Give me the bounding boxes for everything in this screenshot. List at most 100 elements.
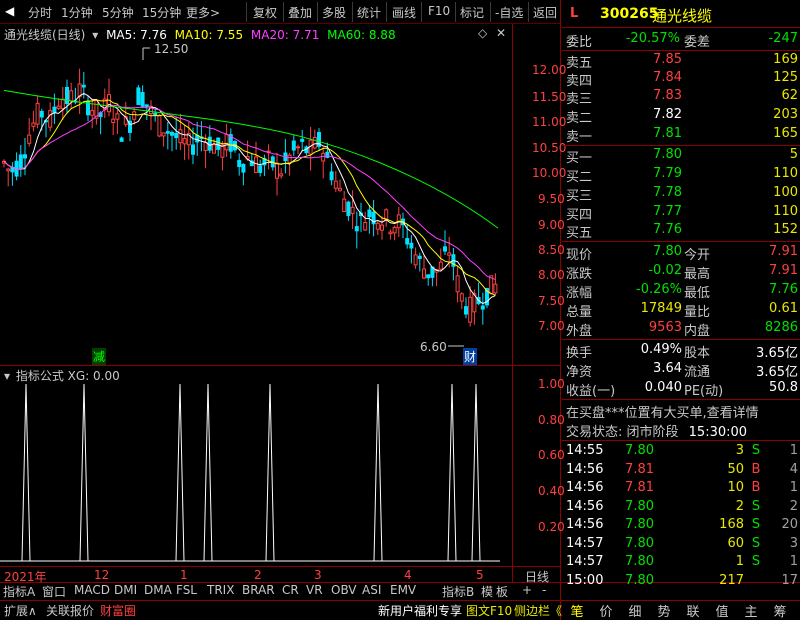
candle-body [178,129,183,144]
candle-body [23,154,27,159]
adjust-button[interactable]: 复权 [253,4,277,21]
tab-trix[interactable]: TRIX [207,583,234,597]
tick-row[interactable]: 14:56 7.81 50 B 4 [566,462,800,480]
reduce-marker[interactable]: 减 [92,348,107,365]
candle-body [153,112,158,116]
sell-level-row[interactable]: 卖一 7.81 165 [566,126,800,145]
tab-price[interactable]: 价 [593,601,619,620]
tab-asi[interactable]: ASI [362,583,381,597]
sell-level-row[interactable]: 卖三 7.83 62 [566,88,800,107]
tick-price: 7.81 [625,480,654,495]
f10-button[interactable]: F10 [428,4,450,18]
zoom-in-button[interactable]: + [522,583,532,597]
buy-level-row[interactable]: 买五 7.76 152 [566,222,800,241]
fortune-circle-button[interactable]: 财富圈 [100,602,136,619]
tab-intraday[interactable]: 分时 [28,4,52,21]
scroll-left-icon[interactable]: ◀ [5,4,14,18]
tab-vr[interactable]: VR [306,583,323,597]
candle-body [409,242,414,249]
candle-body [111,118,116,124]
candle-body [207,136,212,151]
diamond-icon[interactable]: ◇ [478,26,487,40]
tick-side: S [751,554,761,569]
sidebar-toggle-button[interactable]: 侧边栏《 [514,602,562,619]
indicator-chart[interactable] [0,380,512,566]
big-order-notice[interactable]: 在买盘***位置有大买单,查看详情 [566,402,800,421]
new-user-promo-link[interactable]: 新用户福利专享 [378,602,462,619]
tab-indicator-a[interactable]: 指标A [3,583,35,600]
tab-cr[interactable]: CR [282,583,299,597]
zoom-out-button[interactable]: - [542,583,546,597]
tick-count: 3 [789,535,798,551]
close-icon[interactable]: ✕ [496,26,506,40]
tab-indicator-b[interactable]: 指标B [442,583,474,600]
candle-body [39,110,44,118]
tab-ticks[interactable]: 笔 [564,601,590,620]
remove-watchlist-button[interactable]: -自选 [495,4,523,21]
related-quotes-button[interactable]: 关联报价 [46,602,94,619]
tick-row[interactable]: 14:57 7.80 1 S 1 [566,554,800,572]
overlay-button[interactable]: 叠加 [288,4,312,21]
sell-level-row[interactable]: 卖二 7.82 203 [566,107,800,126]
tab-emv[interactable]: EMV [390,583,416,597]
tick-row[interactable]: 14:56 7.80 168 S 20 [566,517,800,535]
tick-time: 14:56 [566,517,604,532]
draw-line-button[interactable]: 画线 [392,4,416,21]
tick-row[interactable]: 14:56 7.80 2 S 2 [566,499,800,517]
order-ratio-value: -20.57% [625,31,680,46]
tab-5min[interactable]: 5分钟 [102,4,134,21]
tab-board[interactable]: 板 [496,583,508,600]
tab-fsl[interactable]: FSL [176,583,197,597]
tab-trend[interactable]: 势 [651,601,677,620]
mark-button[interactable]: 标记 [460,4,484,21]
buy-level-row[interactable]: 买二 7.79 110 [566,166,800,185]
sell-level-row[interactable]: 卖四 7.84 125 [566,70,800,89]
candle-body [157,114,162,137]
buy-level-row[interactable]: 买三 7.78 100 [566,185,800,204]
tab-macd[interactable]: MACD [74,583,110,597]
tab-linked[interactable]: 联 [680,601,706,620]
tab-detail[interactable]: 细 [622,601,648,620]
tick-row[interactable]: 14:56 7.81 10 B 1 [566,480,800,498]
tab-template[interactable]: 模 [481,583,493,600]
order-ratio-row: 委比 -20.57% 委差 -247 [566,31,798,50]
tick-volume: 50 [727,461,744,477]
buy-level-row[interactable]: 买一 7.80 5 [566,147,800,166]
finance-marker[interactable]: 财 [463,348,478,365]
expand-button[interactable]: 扩展∧ [4,602,37,619]
candle-body [296,146,300,149]
tick-time: 14:56 [566,461,604,477]
back-button[interactable]: 返回 [533,4,557,21]
price-tick: 12.00 [532,63,567,77]
tab-dmi[interactable]: DMI [114,583,137,597]
tick-side: S [751,517,761,532]
tab-more[interactable]: 更多> [186,4,220,21]
tab-15min[interactable]: 15分钟 [142,4,181,21]
f10-graphic-button[interactable]: 图文F10 [466,602,512,619]
tab-1min[interactable]: 1分钟 [61,4,93,21]
price-tick: 8.50 [538,243,565,257]
sell-level-row[interactable]: 卖五 7.85 169 [566,52,800,71]
candle-body [241,163,246,173]
indicator-spike [203,383,213,562]
multi-stock-button[interactable]: 多股 [322,4,346,21]
tick-row[interactable]: 15:00 7.80 217 17 [566,573,800,591]
tick-volume: 2 [735,498,744,514]
tick-time: 14:57 [566,535,604,551]
ma20-line [3,104,496,281]
candle-body [417,255,422,259]
tab-value[interactable]: 值 [709,601,735,620]
buy-level-row[interactable]: 买四 7.77 110 [566,204,800,223]
tick-row[interactable]: 14:55 7.80 3 S 1 [566,443,800,461]
stats-button[interactable]: 统计 [357,4,381,21]
tab-window[interactable]: 窗口 [42,583,66,600]
tab-main[interactable]: 主 [738,601,764,620]
tab-dma[interactable]: DMA [144,583,172,597]
tick-row[interactable]: 14:57 7.80 60 S 3 [566,536,800,554]
price-tick: 7.00 [538,319,565,333]
order-diff-value: -247 [768,31,798,46]
kline-chart[interactable] [0,40,512,365]
tab-obv[interactable]: OBV [331,583,357,597]
tab-chips[interactable]: 筹 [767,601,793,620]
tab-brar[interactable]: BRAR [242,583,275,597]
